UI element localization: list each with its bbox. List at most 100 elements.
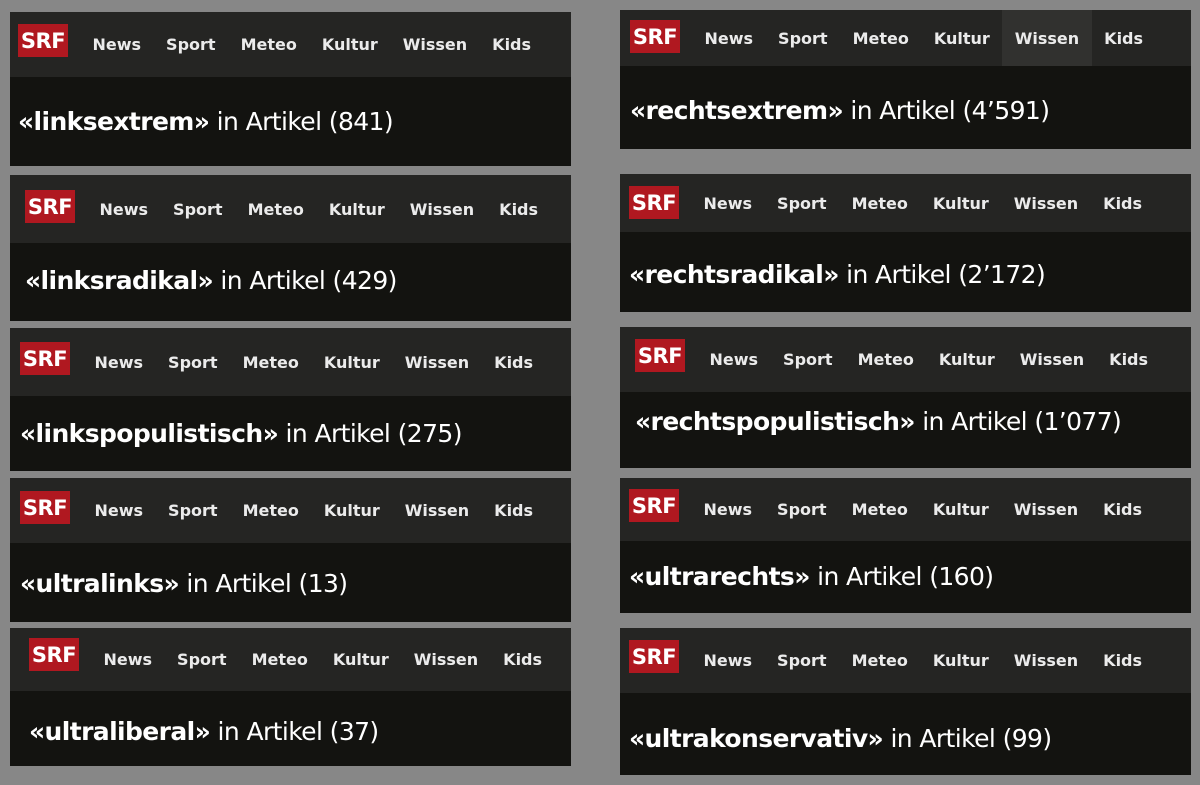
- nav-kultur[interactable]: Kultur: [309, 12, 390, 77]
- nav-meteo[interactable]: Meteo: [230, 478, 311, 543]
- nav-news[interactable]: News: [82, 328, 156, 396]
- nav-wissen[interactable]: Wissen: [1001, 478, 1090, 541]
- article-count: in Artikel (4’591): [843, 96, 1050, 125]
- srf-panel-rechtsradikal: SRF News Sport Meteo Kultur Wissen Kids …: [620, 174, 1191, 312]
- srf-panel-ultrarechts: SRF News Sport Meteo Kultur Wissen Kids …: [620, 478, 1191, 613]
- srf-logo[interactable]: SRF: [630, 20, 680, 53]
- nav-kids[interactable]: Kids: [482, 328, 546, 396]
- nav-sport[interactable]: Sport: [156, 478, 231, 543]
- nav-sport[interactable]: Sport: [154, 12, 229, 77]
- nav-wissen[interactable]: Wissen: [397, 175, 486, 243]
- nav-news[interactable]: News: [691, 478, 765, 541]
- nav-kids[interactable]: Kids: [480, 12, 544, 77]
- nav-wissen[interactable]: Wissen: [392, 478, 481, 543]
- nav-kids[interactable]: Kids: [1097, 327, 1161, 392]
- srf-nav-bar: SRF News Sport Meteo Kultur Wissen Kids: [620, 10, 1191, 66]
- nav-sport[interactable]: Sport: [771, 327, 846, 392]
- nav-wissen[interactable]: Wissen: [390, 12, 479, 77]
- srf-logo[interactable]: SRF: [18, 24, 68, 57]
- srf-nav-bar: SRF News Sport Meteo Kultur Wissen Kids: [620, 478, 1191, 541]
- nav-meteo[interactable]: Meteo: [840, 10, 921, 66]
- srf-logo[interactable]: SRF: [635, 339, 685, 372]
- article-count: in Artikel (841): [209, 107, 394, 136]
- nav-kultur[interactable]: Kultur: [316, 175, 397, 243]
- nav-sport[interactable]: Sport: [765, 174, 840, 232]
- srf-nav-bar: SRF News Sport Meteo Kultur Wissen Kids: [620, 174, 1191, 232]
- nav-meteo[interactable]: Meteo: [228, 12, 309, 77]
- srf-logo[interactable]: SRF: [629, 489, 679, 522]
- nav-kultur[interactable]: Kultur: [320, 628, 401, 691]
- nav-news[interactable]: News: [82, 478, 156, 543]
- nav-wissen[interactable]: Wissen: [1001, 174, 1090, 232]
- nav-news[interactable]: News: [87, 175, 161, 243]
- nav-kids[interactable]: Kids: [487, 175, 551, 243]
- nav-news[interactable]: News: [692, 10, 766, 66]
- srf-logo[interactable]: SRF: [20, 491, 70, 524]
- article-count: in Artikel (13): [179, 569, 348, 598]
- nav-meteo[interactable]: Meteo: [839, 628, 920, 693]
- nav-kids[interactable]: Kids: [1091, 478, 1155, 541]
- nav-sport[interactable]: Sport: [156, 328, 231, 396]
- nav-news[interactable]: News: [691, 628, 765, 693]
- srf-panel-linkspopulistisch: SRF News Sport Meteo Kultur Wissen Kids …: [10, 328, 571, 471]
- srf-logo[interactable]: SRF: [29, 638, 79, 671]
- srf-panel-ultrakonservativ: SRF News Sport Meteo Kultur Wissen Kids …: [620, 628, 1191, 775]
- nav-sport[interactable]: Sport: [161, 175, 236, 243]
- article-count-headline: «rechtsextrem» in Artikel (4’591): [630, 96, 1050, 125]
- srf-panel-ultralinks: SRF News Sport Meteo Kultur Wissen Kids …: [10, 478, 571, 622]
- nav-news[interactable]: News: [91, 628, 165, 691]
- nav-kids[interactable]: Kids: [491, 628, 555, 691]
- search-term: «rechtsextrem»: [630, 96, 844, 125]
- srf-logo[interactable]: SRF: [20, 342, 70, 375]
- search-term: «ultrakonservativ»: [629, 724, 884, 753]
- nav-sport[interactable]: Sport: [165, 628, 240, 691]
- srf-logo[interactable]: SRF: [629, 640, 679, 673]
- nav-wissen[interactable]: Wissen: [401, 628, 490, 691]
- srf-nav-bar: SRF News Sport Meteo Kultur Wissen Kids: [10, 628, 571, 691]
- nav-meteo[interactable]: Meteo: [839, 174, 920, 232]
- srf-logo[interactable]: SRF: [629, 186, 679, 219]
- nav-sport[interactable]: Sport: [765, 478, 840, 541]
- nav-kultur[interactable]: Kultur: [311, 478, 392, 543]
- nav-meteo[interactable]: Meteo: [235, 175, 316, 243]
- article-count-headline: «linksextrem» in Artikel (841): [18, 107, 394, 136]
- nav-kultur[interactable]: Kultur: [920, 174, 1001, 232]
- nav-wissen[interactable]: Wissen: [392, 328, 481, 396]
- srf-panel-rechtsextrem: SRF News Sport Meteo Kultur Wissen Kids …: [620, 10, 1191, 149]
- nav-kultur[interactable]: Kultur: [926, 327, 1007, 392]
- article-count-headline: «rechtspopulistisch» in Artikel (1’077): [635, 407, 1122, 436]
- nav-meteo[interactable]: Meteo: [239, 628, 320, 691]
- nav-kultur[interactable]: Kultur: [921, 10, 1002, 66]
- nav-kids[interactable]: Kids: [1092, 10, 1156, 66]
- nav-wissen[interactable]: Wissen: [1002, 10, 1092, 66]
- article-count: in Artikel (275): [278, 419, 463, 448]
- article-count: in Artikel (160): [809, 562, 994, 591]
- article-count-headline: «rechtsradikal» in Artikel (2’172): [629, 260, 1046, 289]
- article-count-headline: «linksradikal» in Artikel (429): [25, 266, 397, 295]
- nav-news[interactable]: News: [697, 327, 771, 392]
- nav-kultur[interactable]: Kultur: [920, 478, 1001, 541]
- nav-kultur[interactable]: Kultur: [920, 628, 1001, 693]
- article-count-headline: «linkspopulistisch» in Artikel (275): [20, 419, 462, 448]
- srf-nav-bar: SRF News Sport Meteo Kultur Wissen Kids: [10, 328, 571, 396]
- nav-sport[interactable]: Sport: [766, 10, 841, 66]
- nav-kids[interactable]: Kids: [1091, 628, 1155, 693]
- article-count: in Artikel (37): [210, 717, 380, 746]
- nav-meteo[interactable]: Meteo: [839, 478, 920, 541]
- nav-news[interactable]: News: [80, 12, 154, 77]
- nav-sport[interactable]: Sport: [765, 628, 840, 693]
- nav-kids[interactable]: Kids: [482, 478, 546, 543]
- search-term: «linksradikal»: [25, 266, 214, 295]
- srf-nav-bar: SRF News Sport Meteo Kultur Wissen Kids: [620, 628, 1191, 693]
- nav-kids[interactable]: Kids: [1091, 174, 1155, 232]
- srf-logo[interactable]: SRF: [25, 190, 75, 223]
- nav-meteo[interactable]: Meteo: [845, 327, 926, 392]
- search-term: «rechtsradikal»: [629, 260, 839, 289]
- nav-wissen[interactable]: Wissen: [1001, 628, 1090, 693]
- nav-news[interactable]: News: [691, 174, 765, 232]
- srf-panel-rechtspopulistisch: SRF News Sport Meteo Kultur Wissen Kids …: [620, 327, 1191, 468]
- nav-wissen[interactable]: Wissen: [1007, 327, 1096, 392]
- srf-panel-linksextrem: SRF News Sport Meteo Kultur Wissen Kids …: [10, 12, 571, 166]
- nav-meteo[interactable]: Meteo: [230, 328, 311, 396]
- nav-kultur[interactable]: Kultur: [311, 328, 392, 396]
